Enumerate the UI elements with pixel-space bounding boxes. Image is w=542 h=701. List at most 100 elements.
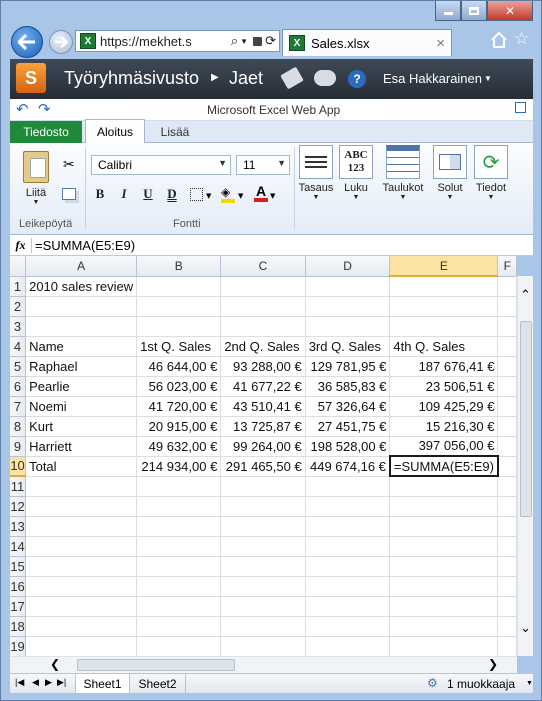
help-icon[interactable]: ? [348, 70, 366, 88]
cell-c19[interactable] [220, 636, 306, 656]
star-icon[interactable]: ☆ [514, 30, 532, 48]
cell-a9[interactable]: Harriett [25, 436, 138, 457]
cell-b11[interactable] [136, 476, 222, 497]
cell-c12[interactable] [220, 496, 306, 517]
tab-close-icon[interactable]: × [436, 35, 445, 52]
maximize-button[interactable] [461, 1, 487, 21]
cell-e18[interactable] [389, 616, 499, 637]
cell-e4[interactable]: 4th Q. Sales [389, 336, 499, 357]
column-header-b[interactable]: B [136, 256, 222, 277]
cell-f9[interactable] [497, 436, 517, 457]
cell-a3[interactable] [25, 316, 138, 337]
cell-a17[interactable] [25, 596, 138, 617]
cell-e19[interactable] [389, 636, 499, 656]
first-sheet-icon[interactable]: |◀ [15, 677, 24, 688]
scissors-icon[interactable]: ✂ [63, 157, 75, 173]
fx-icon[interactable]: fx [10, 237, 32, 253]
cell-e6[interactable]: 23 506,51 € [389, 376, 499, 397]
cell-f6[interactable] [497, 376, 517, 397]
cell-f8[interactable] [497, 416, 517, 437]
cells-button[interactable]: Solut ▼ [430, 145, 470, 213]
corner-cell[interactable] [10, 256, 27, 277]
cell-a16[interactable] [25, 576, 138, 597]
cell-c11[interactable] [220, 476, 306, 497]
cell-f16[interactable] [497, 576, 517, 597]
back-button[interactable] [11, 26, 43, 58]
cell-b17[interactable] [136, 596, 222, 617]
cell-d16[interactable] [305, 576, 391, 597]
cell-c6[interactable]: 41 677,22 € [220, 376, 306, 397]
cell-f7[interactable] [497, 396, 517, 417]
cell-b5[interactable]: 46 644,00 € [136, 356, 222, 377]
column-header-f[interactable]: F [497, 256, 517, 277]
row-header[interactable]: 8 [10, 416, 27, 437]
data-button[interactable]: ⟳ Tiedot ▼ [470, 145, 512, 213]
cell-f4[interactable] [497, 336, 517, 357]
cell-a18[interactable] [25, 616, 138, 637]
cell-a14[interactable] [25, 536, 138, 557]
copy-icon[interactable] [62, 188, 76, 200]
bold-button[interactable]: B [90, 184, 110, 204]
borders-icon[interactable] [190, 188, 203, 201]
cell-a8[interactable]: Kurt [25, 416, 138, 437]
cell-b2[interactable] [136, 296, 222, 317]
lock-icon[interactable] [253, 36, 263, 46]
share-icon[interactable] [314, 70, 336, 86]
scroll-right-icon[interactable]: ❯ [488, 657, 498, 671]
cell-d7[interactable]: 57 326,64 € [305, 396, 391, 417]
cell-b9[interactable]: 49 632,00 € [136, 436, 222, 457]
cell-c13[interactable] [220, 516, 306, 537]
cell-e15[interactable] [389, 556, 499, 577]
cell-e12[interactable] [389, 496, 499, 517]
search-icon[interactable]: ⌕ [231, 33, 238, 49]
active-cell-editor[interactable]: =SUMMA(E5:E9) [388, 455, 499, 477]
number-button[interactable]: ABC 123 Luku ▼ [336, 145, 376, 213]
cell-d19[interactable] [305, 636, 391, 656]
cell-c8[interactable]: 13 725,87 € [220, 416, 306, 437]
breadcrumb-next[interactable]: Jaet [229, 68, 267, 89]
cell-c15[interactable] [220, 556, 306, 577]
cell-a12[interactable] [25, 496, 138, 517]
cell-e8[interactable]: 15 216,30 € [389, 416, 499, 437]
row-header[interactable]: 5 [10, 356, 27, 377]
cell-a5[interactable]: Raphael [25, 356, 138, 377]
vertical-scrollbar[interactable]: ⌃ ⌄ [517, 276, 533, 656]
cell-c9[interactable]: 99 264,00 € [220, 436, 306, 457]
cell-e2[interactable] [389, 296, 499, 317]
scroll-left-icon[interactable]: ❮ [50, 657, 60, 671]
cell-c17[interactable] [220, 596, 306, 617]
cell-b7[interactable]: 41 720,00 € [136, 396, 222, 417]
row-header[interactable]: 15 [10, 556, 27, 577]
sharepoint-logo[interactable]: S [16, 63, 46, 93]
cell-f17[interactable] [497, 596, 517, 617]
row-header[interactable]: 18 [10, 616, 27, 637]
cell-b10[interactable]: 214 934,00 € [136, 456, 222, 477]
row-header[interactable]: 13 [10, 516, 27, 537]
cell-a4[interactable]: Name [25, 336, 138, 357]
cell-d8[interactable]: 27 451,75 € [305, 416, 391, 437]
chevron-down-icon[interactable]: ▼ [240, 37, 248, 46]
double-underline-button[interactable]: D [162, 184, 182, 204]
last-sheet-icon[interactable]: ▶| [57, 677, 66, 688]
cell-d15[interactable] [305, 556, 391, 577]
cell-c10[interactable]: 291 465,50 € [220, 456, 306, 477]
cell-c5[interactable]: 93 288,00 € [220, 356, 306, 377]
cell-b12[interactable] [136, 496, 222, 517]
column-header-c[interactable]: C [220, 256, 306, 277]
cell-table[interactable]: ABCDEF 1 2010 sales review 2 3 4 Name 1st Q. S… [10, 256, 517, 656]
row-header[interactable]: 17 [10, 596, 27, 617]
row-header[interactable]: 11 [10, 476, 27, 497]
row-header[interactable]: 19 [10, 636, 27, 656]
cell-c16[interactable] [220, 576, 306, 597]
cell-f12[interactable] [497, 496, 517, 517]
row-header[interactable]: 12 [10, 496, 27, 517]
cell-a15[interactable] [25, 556, 138, 577]
cell-a13[interactable] [25, 516, 138, 537]
chevron-down-icon[interactable]: ▼ [484, 74, 492, 83]
column-header-d[interactable]: D [305, 256, 391, 277]
fill-color-icon[interactable]: ◈ [221, 186, 235, 203]
cell-f14[interactable] [497, 536, 517, 557]
row-header[interactable]: 6 [10, 376, 27, 397]
cell-a6[interactable]: Pearlie [25, 376, 138, 397]
refresh-icon[interactable]: ⟳ [265, 33, 276, 49]
